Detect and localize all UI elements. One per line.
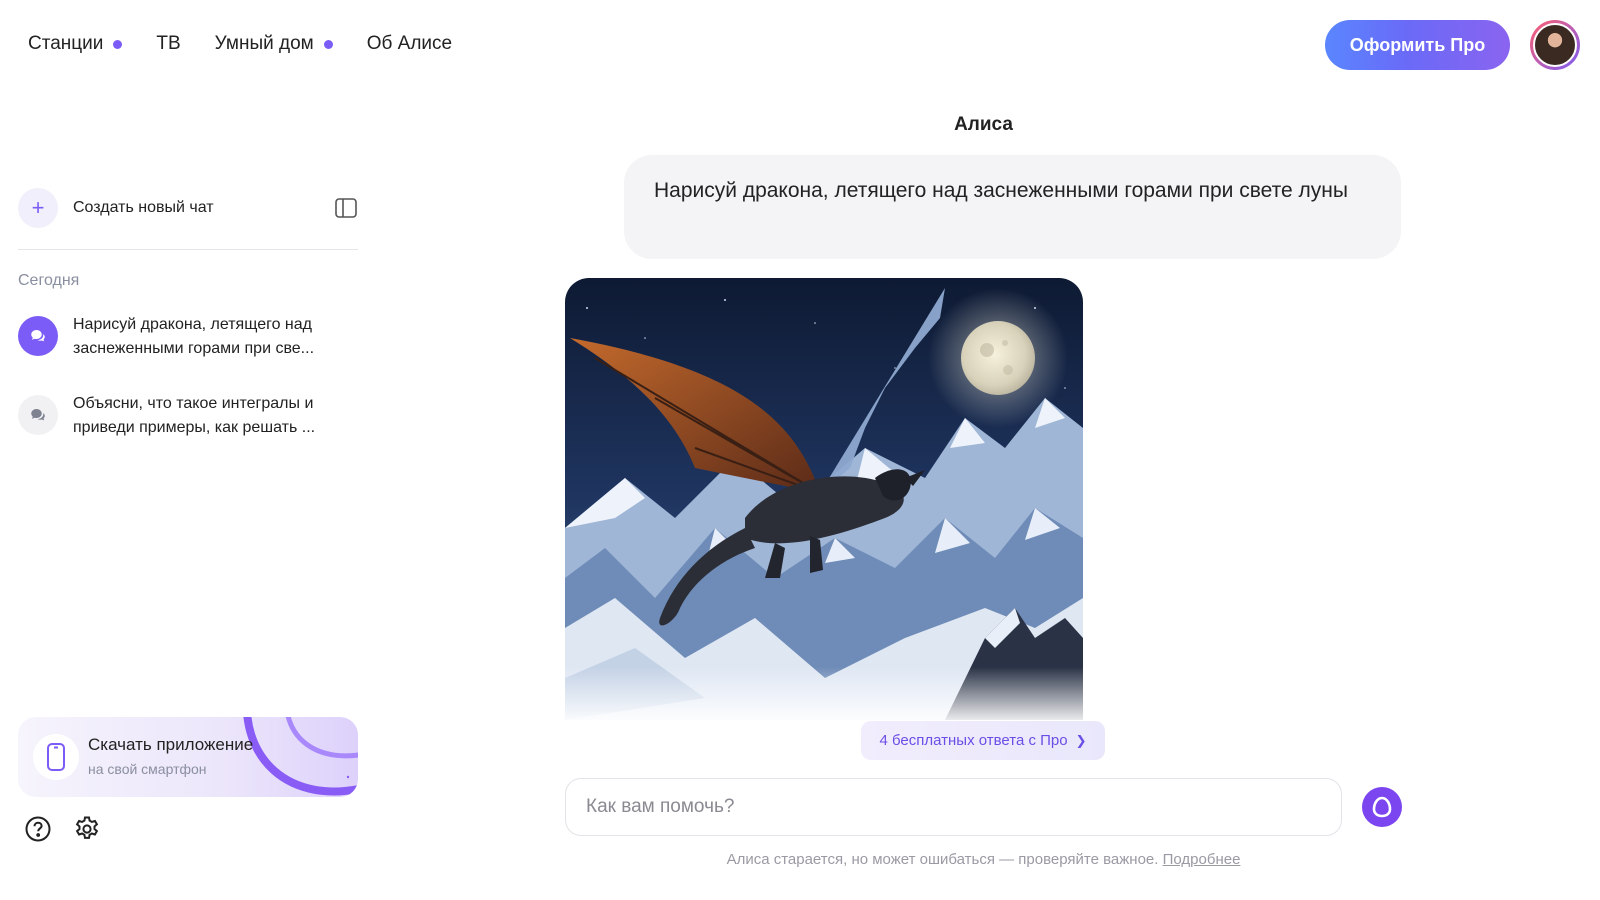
divider (18, 249, 358, 250)
nav-item-label: Об Алисе (366, 33, 453, 54)
chat-bubble-icon (18, 395, 58, 435)
plus-icon: + (18, 188, 58, 228)
disclaimer-text: Алиса старается, но может ошибаться — пр… (726, 851, 1159, 868)
avatar-image (1533, 23, 1577, 67)
alice-voice-button[interactable] (1362, 787, 1402, 827)
subscribe-pro-button[interactable]: Оформить Про (1325, 20, 1510, 70)
pro-chip-label: 4 бесплатных ответа с Про (879, 732, 1068, 749)
disclaimer: Алиса старается, но может ошибаться — пр… (565, 851, 1402, 868)
chat-history-title: Объясни, что такое интегралы и приведи п… (73, 395, 316, 436)
chat-history-item[interactable]: Нарисуй дракона, летящего над заснеженны… (18, 313, 358, 361)
gear-icon[interactable] (73, 815, 101, 843)
message-input-container (565, 778, 1342, 836)
new-chat-label: Создать новый чат (73, 199, 214, 216)
learn-more-link[interactable]: Подробнее (1163, 851, 1241, 868)
generated-image-dragon[interactable] (565, 278, 1083, 720)
chat-title: Алиса (954, 114, 1013, 135)
nav-item-about-alice[interactable]: Об Алисе (367, 33, 452, 55)
chat-history-title: Нарисуй дракона, летящего над заснеженны… (73, 316, 315, 357)
help-icon[interactable] (24, 815, 52, 843)
chat-bubble-icon (18, 316, 58, 356)
avatar[interactable] (1530, 20, 1580, 70)
chevron-right-icon: ❯ (1075, 732, 1087, 748)
message-input[interactable] (566, 779, 1341, 835)
collapse-sidebar-icon[interactable] (334, 196, 358, 220)
decorative-swirl (243, 717, 358, 797)
download-app-title: Скачать приложение (88, 735, 254, 754)
alice-icon (1372, 796, 1392, 818)
download-app-card[interactable]: Скачать приложение на свой смартфон (18, 717, 358, 797)
smartphone-icon (33, 734, 79, 780)
sidebar: + Создать новый чат Сегодня Нарисуй драк… (18, 0, 358, 900)
chat-history-item[interactable]: Объясни, что такое интегралы и приведи п… (18, 392, 358, 440)
user-message-text: Нарисуй дракона, летящего над заснеженны… (654, 179, 1348, 202)
free-pro-answers-chip[interactable]: 4 бесплатных ответа с Про ❯ (861, 721, 1105, 760)
section-label-today: Сегодня (18, 272, 80, 289)
user-message-bubble: Нарисуй дракона, летящего над заснеженны… (624, 155, 1401, 259)
download-app-subtitle: на свой смартфон (88, 761, 207, 777)
new-chat-button[interactable]: + Создать новый чат (18, 188, 358, 228)
